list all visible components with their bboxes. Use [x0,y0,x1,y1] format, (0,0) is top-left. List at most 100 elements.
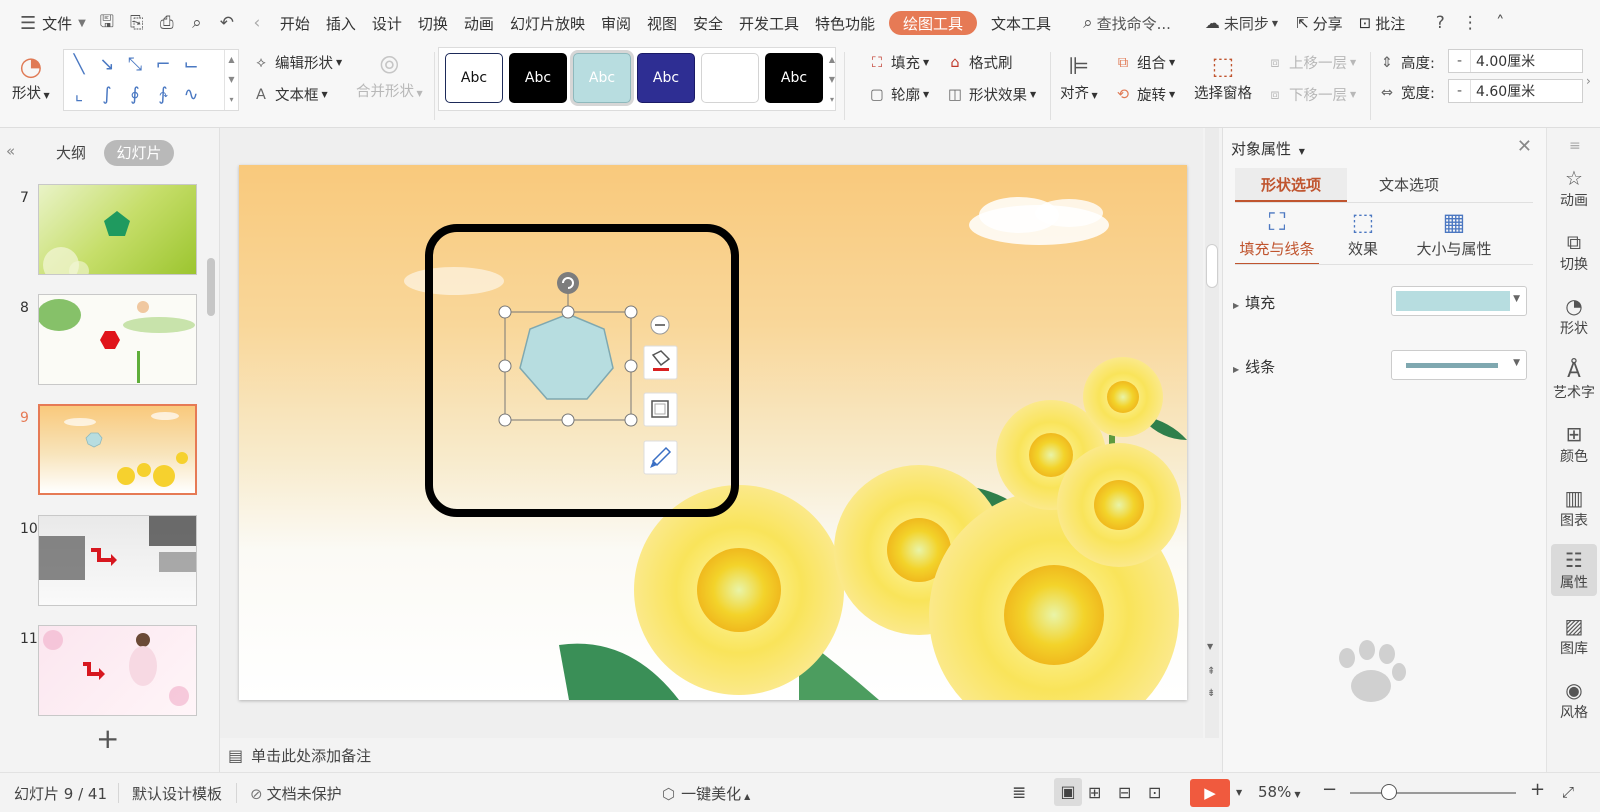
tab-text-options[interactable]: 文本选项 [1347,168,1471,202]
style-preset-1[interactable]: Abc [445,53,503,103]
shape-button[interactable]: ◔ 形状 ▼ [12,52,50,103]
tab-view[interactable]: 视图 [639,0,685,46]
rotate-button[interactable]: ⟲ 旋转 ▼ [1114,84,1175,105]
format-painter-button[interactable]: ⌂ 格式刷 [946,52,1012,73]
quick-fill-button[interactable] [643,345,678,380]
line-style-dropdown[interactable]: ▼ [1391,350,1527,380]
line-section-toggle[interactable]: ▶ 线条 [1233,356,1275,377]
outline-button[interactable]: ▢ 轮廓 ▼ [868,84,929,105]
fill-section-toggle[interactable]: ▶ 填充 [1233,292,1275,313]
redo-icon[interactable]: ‹ [242,0,272,46]
edit-shape-button[interactable]: ⟡ 编辑形状 ▼ [252,52,342,73]
one-click-beautify[interactable]: ⬡ 一键美化 ▲ [662,783,750,804]
add-slide-button[interactable]: + [96,722,119,755]
tab-review[interactable]: 审阅 [593,0,639,46]
group-button[interactable]: ⧉ 组合 ▼ [1114,52,1175,73]
fill-button[interactable]: ⛶ 填充 ▼ [868,52,929,73]
fit-window-icon[interactable]: ⤢ [1562,783,1574,801]
resize-handle[interactable] [498,305,512,319]
slide-thumbnail-10[interactable] [38,515,197,606]
fill-color-dropdown[interactable]: ▼ [1391,286,1527,316]
bring-forward-button[interactable]: ⧈ 上移一层 ▼ [1266,52,1356,73]
template-name[interactable]: 默认设计模板 [132,783,222,804]
subtab-fill-line[interactable]: ⛶ 填充与线条 [1235,208,1319,265]
rail-handle-icon[interactable]: ≡ [1569,138,1581,154]
tab-shape-options[interactable]: 形状选项 [1235,168,1347,202]
subtab-effect[interactable]: ⬚ 效果 [1341,208,1385,259]
quick-format-brush-button[interactable] [643,440,678,475]
tab-slides[interactable]: 幻灯片 [104,140,174,166]
quick-outline-button[interactable] [643,392,678,427]
collapse-quick-toolbar-icon[interactable] [650,315,670,335]
next-slide-icon[interactable]: ⇟ [1207,688,1215,699]
reading-view-icon[interactable]: ⊟ [1118,783,1131,802]
resize-handle[interactable] [561,413,575,427]
zoom-slider-handle[interactable] [1381,784,1397,800]
normal-view-icon[interactable]: ▣ [1054,778,1082,806]
style-preset-3[interactable]: Abc [573,53,631,103]
text-box-button[interactable]: A 文本框 ▼ [252,84,328,105]
heptagon-shape[interactable] [519,313,614,400]
collapse-ribbon-icon[interactable]: ˄ [1485,0,1515,46]
curve-arrow-icon[interactable]: ∮ [122,82,148,108]
search-command[interactable]: ⌕ 查找命令... [1077,0,1177,46]
resize-handle[interactable] [498,359,512,373]
print-icon[interactable]: ⎙ [152,0,182,46]
send-backward-button[interactable]: ⧈ 下移一层 ▼ [1266,84,1356,105]
curve-connector-icon[interactable]: ∫ [94,82,120,108]
tab-outline[interactable]: 大纲 [56,142,86,163]
export-icon[interactable]: ⎘ [122,0,152,46]
subtab-size-properties[interactable]: ▦ 大小与属性 [1409,208,1499,259]
gallery-scroll[interactable]: ▲ ▼ ▾ [224,50,238,110]
rail-animation[interactable]: ☆ 动画 [1551,166,1597,210]
rail-style[interactable]: ◉ 风格 [1551,678,1597,722]
scroll-down-icon[interactable]: ▼ [1207,642,1213,651]
document-protection[interactable]: ⊘ 文档未保护 [250,783,342,804]
resize-handle[interactable] [624,305,638,319]
width-input[interactable]: - 4.60厘米 [1448,79,1583,103]
tab-design[interactable]: 设计 [364,0,410,46]
share-button[interactable]: ⇱ 分享 [1290,0,1349,46]
rail-wordart[interactable]: Å 艺术字 [1551,358,1597,402]
zoom-level[interactable]: 58% ▼ [1258,783,1301,801]
rail-shape[interactable]: ◔ 形状 [1551,294,1597,338]
zoom-in-icon[interactable]: + [1530,779,1545,800]
close-icon[interactable]: ✕ [1517,136,1532,157]
help-icon[interactable]: ? [1425,0,1455,46]
zoom-out-icon[interactable]: − [1322,779,1337,800]
resize-handle[interactable] [624,359,638,373]
slide-sorter-icon[interactable]: ⊞ [1088,783,1101,802]
rail-transition[interactable]: ⧉ 切换 [1551,230,1597,274]
style-preset-2[interactable]: Abc [509,53,567,103]
canvas-scrollbar[interactable]: ▼ ⇞ ⇟ [1205,128,1219,738]
tab-drawing-tools[interactable]: 绘图工具 [889,11,978,35]
height-decrease-button[interactable]: - [1449,50,1471,72]
height-input[interactable]: - 4.00厘米 [1448,49,1583,73]
file-menu[interactable]: ☰ 文件 ▼ [14,0,92,46]
elbow-double-arrow-icon[interactable]: ⌞ [66,82,92,108]
rail-chart[interactable]: ▥ 图表 [1551,486,1597,530]
style-gallery-scroll[interactable]: ▲ ▼ ▾ [828,50,836,110]
slide-canvas[interactable] [239,165,1187,700]
notes-bar[interactable]: ▤ 单击此处添加备注 [220,738,1203,772]
elbow-connector-icon[interactable]: ⌐ [150,52,176,78]
shape-gallery[interactable]: ╲ ↘ ⤡ ⌐ ⌙ ⌞ ∫ ∮ ∱ ∿ ▲ ▼ ▾ [63,49,239,111]
tab-transition[interactable]: 切换 [410,0,456,46]
save-icon[interactable]: 🖫 [92,0,122,46]
canvas-scrollbar-thumb[interactable] [1206,244,1218,288]
presenter-view-icon[interactable]: ⊡ [1148,783,1161,802]
play-slideshow-button[interactable]: ▶ [1190,779,1230,807]
shape-effect-button[interactable]: ◫ 形状效果 ▼ [946,84,1036,105]
width-decrease-button[interactable]: - [1449,80,1471,102]
tab-slideshow[interactable]: 幻灯片放映 [502,0,593,46]
slide-thumbnail-8[interactable] [38,294,197,385]
tab-features[interactable]: 特色功能 [807,0,883,46]
slide-panel-scrollbar[interactable] [207,258,215,316]
more-icon[interactable]: ⋮ [1455,0,1485,46]
properties-title[interactable]: 对象属性 ▼ [1231,138,1305,159]
tab-insert[interactable]: 插入 [318,0,364,46]
collapse-panel-icon[interactable]: « [6,142,15,160]
ribbon-scroll-right-icon[interactable]: › [1586,74,1591,88]
line-shape-icon[interactable]: ╲ [66,52,92,78]
tab-text-tools[interactable]: 文本工具 [983,0,1059,46]
